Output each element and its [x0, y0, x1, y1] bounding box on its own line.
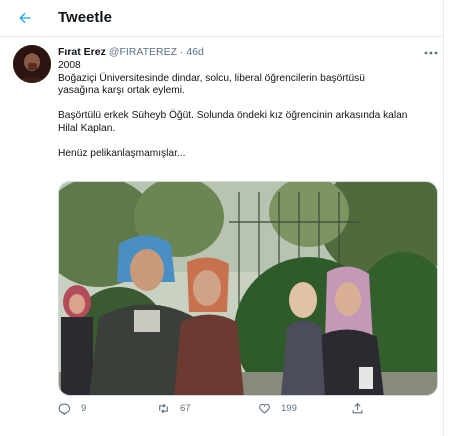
share-button[interactable]: [351, 402, 364, 415]
avatar-image: [13, 45, 51, 83]
tweet-line: Boğaziçi Üniversitesinde dindar, solcu, …: [58, 72, 365, 84]
author-name[interactable]: Fırat Erez: [58, 46, 106, 58]
arrow-left-icon: [19, 12, 31, 24]
author-handle[interactable]: @FIRATEREZ: [109, 46, 177, 58]
tweet-age[interactable]: 46d: [186, 46, 204, 58]
reply-bubble-icon: [58, 403, 71, 415]
tweet-line: Başörtülü erkek Süheyb Öğüt. Solunda önd…: [58, 110, 408, 122]
tweet-text: 2008 Boğaziçi Üniversitesinde dindar, so…: [58, 60, 442, 161]
tweet-author-meta: Fırat Erez @FIRATEREZ · 46d: [58, 46, 204, 58]
retweet-icon: [159, 403, 168, 414]
tweet-line: Henüz pelikanlaşmamışlar...: [58, 148, 186, 160]
tweet-line: 2008: [58, 60, 81, 71]
more-options-button[interactable]: [422, 46, 440, 60]
tweet-line-blank: [58, 98, 442, 111]
page-title: Tweetle: [58, 9, 112, 26]
tweet-line: yasağına karşı ortak eylemi.: [58, 85, 185, 97]
like-button[interactable]: 199: [258, 402, 297, 415]
retweet-count: 67: [180, 403, 191, 414]
meta-separator: ·: [179, 46, 184, 58]
protest-photo: [59, 182, 437, 395]
tweet-actions: 9 67 199: [58, 402, 438, 420]
tweet-line-blank: [58, 136, 442, 149]
retweet-button[interactable]: 67: [157, 402, 191, 415]
page-header: Tweetle: [0, 0, 444, 37]
heart-icon: [259, 403, 270, 414]
share-upload-icon: [352, 402, 363, 414]
like-count: 199: [281, 403, 297, 414]
back-button[interactable]: [12, 5, 38, 31]
reply-count: 9: [81, 403, 87, 414]
more-horizontal-icon: [424, 51, 438, 55]
avatar[interactable]: [13, 45, 51, 83]
reply-button[interactable]: 9: [58, 402, 86, 415]
tweet-page: Tweetle Fırat Erez @FIRATEREZ · 46d 2008…: [0, 0, 444, 436]
tweet-photo[interactable]: [58, 181, 438, 396]
tweet-line: Hilal Kaplan.: [58, 122, 116, 134]
